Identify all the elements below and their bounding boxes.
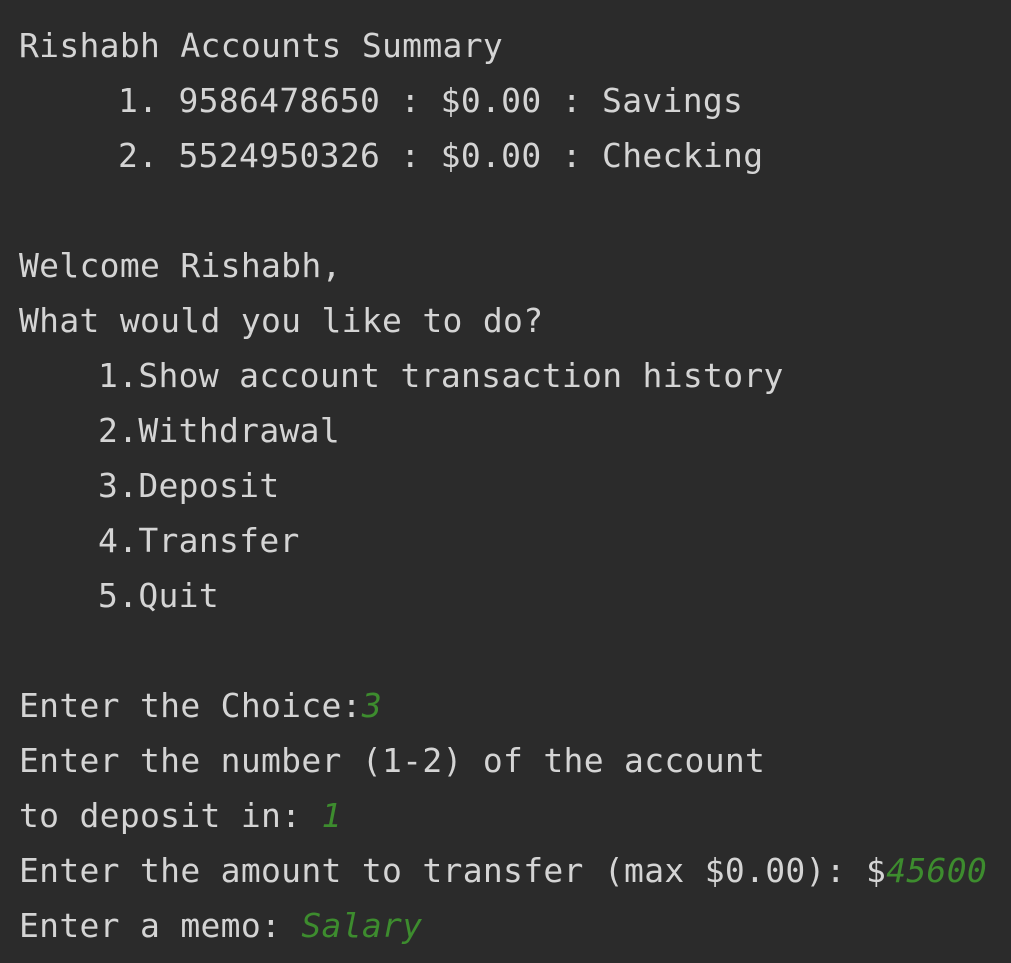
account-input-line: to deposit in: 1 bbox=[19, 788, 1011, 843]
account-line-savings: 1. 9586478650 : $0.00 : Savings bbox=[118, 81, 744, 120]
amount-input[interactable]: 45600 bbox=[886, 851, 987, 890]
account-input[interactable]: 1 bbox=[322, 796, 342, 835]
accounts-summary-title: Rishabh Accounts Summary bbox=[19, 26, 504, 65]
choice-input[interactable]: 3 bbox=[362, 686, 382, 725]
menu-item-withdrawal: 2.Withdrawal bbox=[98, 411, 341, 450]
welcome-message: Welcome Rishabh, bbox=[19, 246, 342, 285]
amount-prompt: Enter the amount to transfer (max $0.00)… bbox=[19, 851, 887, 890]
account-prompt: to deposit in: bbox=[19, 796, 322, 835]
menu-question: What would you like to do? bbox=[19, 301, 544, 340]
account-line-checking: 2. 5524950326 : $0.00 : Checking bbox=[118, 136, 764, 175]
choice-prompt: Enter the Choice: bbox=[19, 686, 362, 725]
memo-prompt: Enter a memo: bbox=[19, 906, 302, 945]
memo-line: Enter a memo: Salary bbox=[19, 898, 1011, 953]
menu-item-deposit: 3.Deposit bbox=[98, 466, 280, 505]
account-prompt-line: Enter the number (1-2) of the account bbox=[19, 741, 766, 780]
menu-item-transfer: 4.Transfer bbox=[98, 521, 300, 560]
console-output[interactable]: Rishabh Accounts Summary 1. 9586478650 :… bbox=[0, 0, 1011, 963]
amount-line: Enter the amount to transfer (max $0.00)… bbox=[19, 843, 1011, 898]
choice-line: Enter the Choice:3 bbox=[19, 678, 1011, 733]
menu-item-quit: 5.Quit bbox=[98, 576, 220, 615]
menu-item-history: 1.Show account transaction history bbox=[98, 356, 784, 395]
memo-input[interactable]: Salary bbox=[301, 906, 422, 945]
